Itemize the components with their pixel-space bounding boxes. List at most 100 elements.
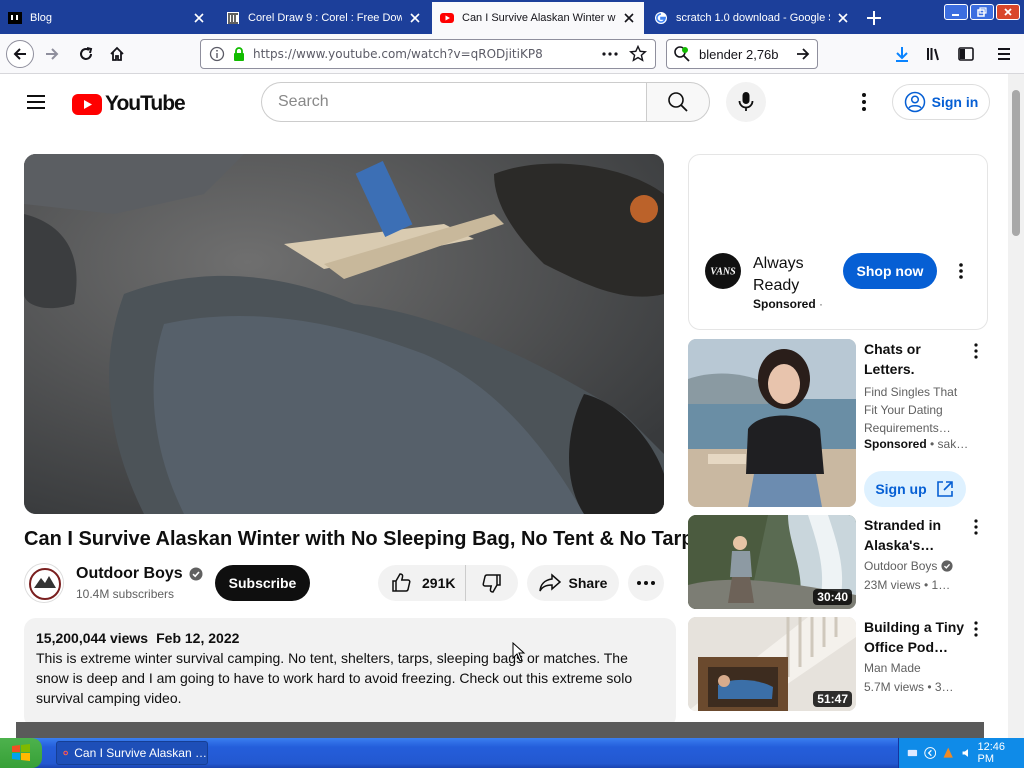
browser-search-bar[interactable]: blender 2,76b bbox=[666, 39, 818, 69]
taskbar-firefox-item[interactable]: Can I Survive Alaskan … bbox=[56, 741, 208, 765]
like-button[interactable]: 291K bbox=[378, 565, 466, 601]
volume-icon[interactable] bbox=[961, 746, 972, 760]
tab-google-search[interactable]: scratch 1.0 download - Google S bbox=[646, 2, 858, 34]
video-description[interactable]: 15,200,044 views Feb 12, 2022 This is ex… bbox=[24, 618, 676, 728]
go-arrow-icon[interactable] bbox=[795, 46, 811, 62]
rec-thumbnail[interactable]: 30:40 bbox=[688, 515, 856, 609]
video-duration: 30:40 bbox=[813, 589, 852, 605]
ad-menu-icon[interactable] bbox=[951, 261, 971, 281]
sidebar-toggle-button[interactable] bbox=[952, 40, 980, 68]
rec-menu-icon[interactable] bbox=[970, 343, 982, 359]
rec-title[interactable]: Building a Tiny Office Pod… bbox=[864, 617, 968, 657]
close-icon[interactable] bbox=[622, 11, 636, 25]
verified-check-icon bbox=[189, 567, 203, 581]
rec-channel[interactable]: Outdoor Boys bbox=[864, 559, 953, 573]
search-button[interactable] bbox=[646, 82, 710, 122]
rec-channel-name: Outdoor Boys bbox=[864, 559, 938, 573]
vlc-icon[interactable] bbox=[942, 745, 954, 761]
search-input[interactable]: Search bbox=[261, 82, 647, 122]
rec-description: Find Singles That Fit Your Dating Requir… bbox=[864, 385, 958, 435]
sign-in-label: Sign in bbox=[931, 94, 979, 110]
search-value[interactable]: blender 2,76b bbox=[699, 47, 795, 62]
channel-name[interactable]: Outdoor Boys bbox=[76, 565, 203, 583]
sign-in-button[interactable]: Sign in bbox=[892, 84, 990, 120]
vans-logo[interactable]: VANS bbox=[705, 253, 741, 289]
external-link-icon bbox=[936, 481, 953, 497]
url-text[interactable]: https://www.youtube.com/watch?v=qRODjiti… bbox=[253, 47, 601, 61]
tab-corel[interactable]: Corel Draw 9 : Corel : Free Down bbox=[218, 2, 430, 34]
home-icon bbox=[110, 46, 124, 61]
sponsored-text: Sponsored bbox=[753, 297, 816, 311]
shop-now-button[interactable]: Shop now bbox=[843, 253, 937, 289]
channel-avatar[interactable] bbox=[24, 563, 64, 603]
start-button[interactable] bbox=[0, 738, 42, 768]
recommended-video[interactable]: 51:47 Building a Tiny Office Pod… Man Ma… bbox=[688, 617, 988, 711]
downloads-button[interactable] bbox=[888, 40, 916, 68]
voice-search-button[interactable] bbox=[726, 82, 766, 122]
settings-more-icon[interactable] bbox=[852, 90, 876, 114]
close-icon bbox=[1004, 8, 1012, 16]
guide-menu-icon[interactable] bbox=[24, 90, 48, 114]
dislike-button[interactable] bbox=[466, 565, 518, 601]
lock-icon[interactable] bbox=[231, 46, 247, 62]
ad-title[interactable]: Always Ready bbox=[753, 253, 843, 297]
youtube-logo[interactable]: YouTube bbox=[72, 92, 186, 116]
share-arrow-icon bbox=[538, 573, 561, 592]
library-button[interactable] bbox=[920, 40, 948, 68]
rec-menu-icon[interactable] bbox=[970, 621, 982, 637]
rec-sponsored: Sponsored • sak… bbox=[864, 437, 969, 451]
rec-thumbnail[interactable]: 51:47 bbox=[688, 617, 856, 711]
share-button[interactable]: Share bbox=[527, 565, 619, 601]
sponsored-ad-card[interactable]: VANS Always Ready Sponsored · Shop now bbox=[688, 154, 988, 330]
sponsored-recommendation[interactable]: Chats or Letters. Share… Find Singles Th… bbox=[688, 339, 988, 509]
account-icon bbox=[904, 91, 925, 113]
horizontal-scrollbar[interactable] bbox=[16, 722, 984, 738]
rec-thumbnail[interactable] bbox=[688, 339, 856, 507]
close-icon[interactable] bbox=[192, 11, 206, 25]
hamburger-icon bbox=[998, 48, 1010, 60]
recommended-video[interactable]: 30:40 Stranded in Alaska's… Outdoor Boys… bbox=[688, 515, 988, 609]
forward-button[interactable] bbox=[38, 40, 66, 68]
more-horizontal-icon bbox=[637, 581, 655, 585]
more-actions-button[interactable] bbox=[628, 565, 664, 601]
windows-taskbar: Can I Survive Alaskan … 12:46 PM bbox=[0, 738, 1024, 768]
reload-button[interactable] bbox=[72, 40, 100, 68]
scrollbar-thumb[interactable] bbox=[1012, 90, 1020, 236]
close-icon[interactable] bbox=[836, 11, 850, 25]
like-dislike-group: 291K bbox=[378, 565, 518, 601]
rec-sponsor-meta: sak… bbox=[937, 437, 969, 451]
home-button[interactable] bbox=[103, 40, 131, 68]
verified-check-icon bbox=[941, 560, 953, 572]
tab-title: Can I Survive Alaskan Winter w bbox=[462, 12, 616, 24]
subscribe-button[interactable]: Subscribe bbox=[215, 565, 310, 601]
minimize-button[interactable] bbox=[944, 4, 968, 20]
clock[interactable]: 12:46 PM bbox=[978, 741, 1015, 765]
rec-channel[interactable]: Man Made bbox=[864, 661, 921, 675]
info-icon[interactable] bbox=[209, 46, 225, 62]
chevron-left-icon[interactable] bbox=[924, 745, 936, 761]
rec-title[interactable]: Chats or Letters. Share… bbox=[864, 339, 968, 379]
page-scrollbar[interactable] bbox=[1008, 74, 1024, 738]
video-player[interactable] bbox=[24, 154, 664, 514]
back-button[interactable] bbox=[6, 40, 34, 68]
restore-button[interactable] bbox=[970, 4, 994, 20]
network-icon[interactable] bbox=[907, 746, 918, 760]
new-tab-plus-icon[interactable] bbox=[864, 8, 884, 28]
tab-blog[interactable]: Blog bbox=[0, 2, 214, 34]
rec-meta: 23M views • 1… bbox=[864, 578, 951, 592]
sign-up-button[interactable]: Sign up bbox=[864, 471, 966, 507]
three-dots-icon[interactable] bbox=[601, 46, 619, 62]
bookmark-star-icon[interactable] bbox=[629, 45, 647, 63]
menu-button[interactable] bbox=[990, 40, 1018, 68]
download-icon bbox=[896, 47, 908, 62]
close-icon[interactable] bbox=[408, 11, 422, 25]
url-bar[interactable]: https://www.youtube.com/watch?v=qRODjiti… bbox=[200, 39, 656, 69]
subscriber-count: 10.4M subscribers bbox=[76, 587, 175, 601]
close-window-button[interactable] bbox=[996, 4, 1020, 20]
tab-youtube-active[interactable]: Can I Survive Alaskan Winter w bbox=[432, 2, 644, 34]
rec-title[interactable]: Stranded in Alaska's… bbox=[864, 515, 968, 555]
search-engine-icon[interactable] bbox=[673, 45, 691, 63]
rec-menu-icon[interactable] bbox=[970, 519, 982, 535]
sidebar-icon bbox=[958, 47, 974, 61]
thumbnail-image bbox=[688, 339, 856, 507]
